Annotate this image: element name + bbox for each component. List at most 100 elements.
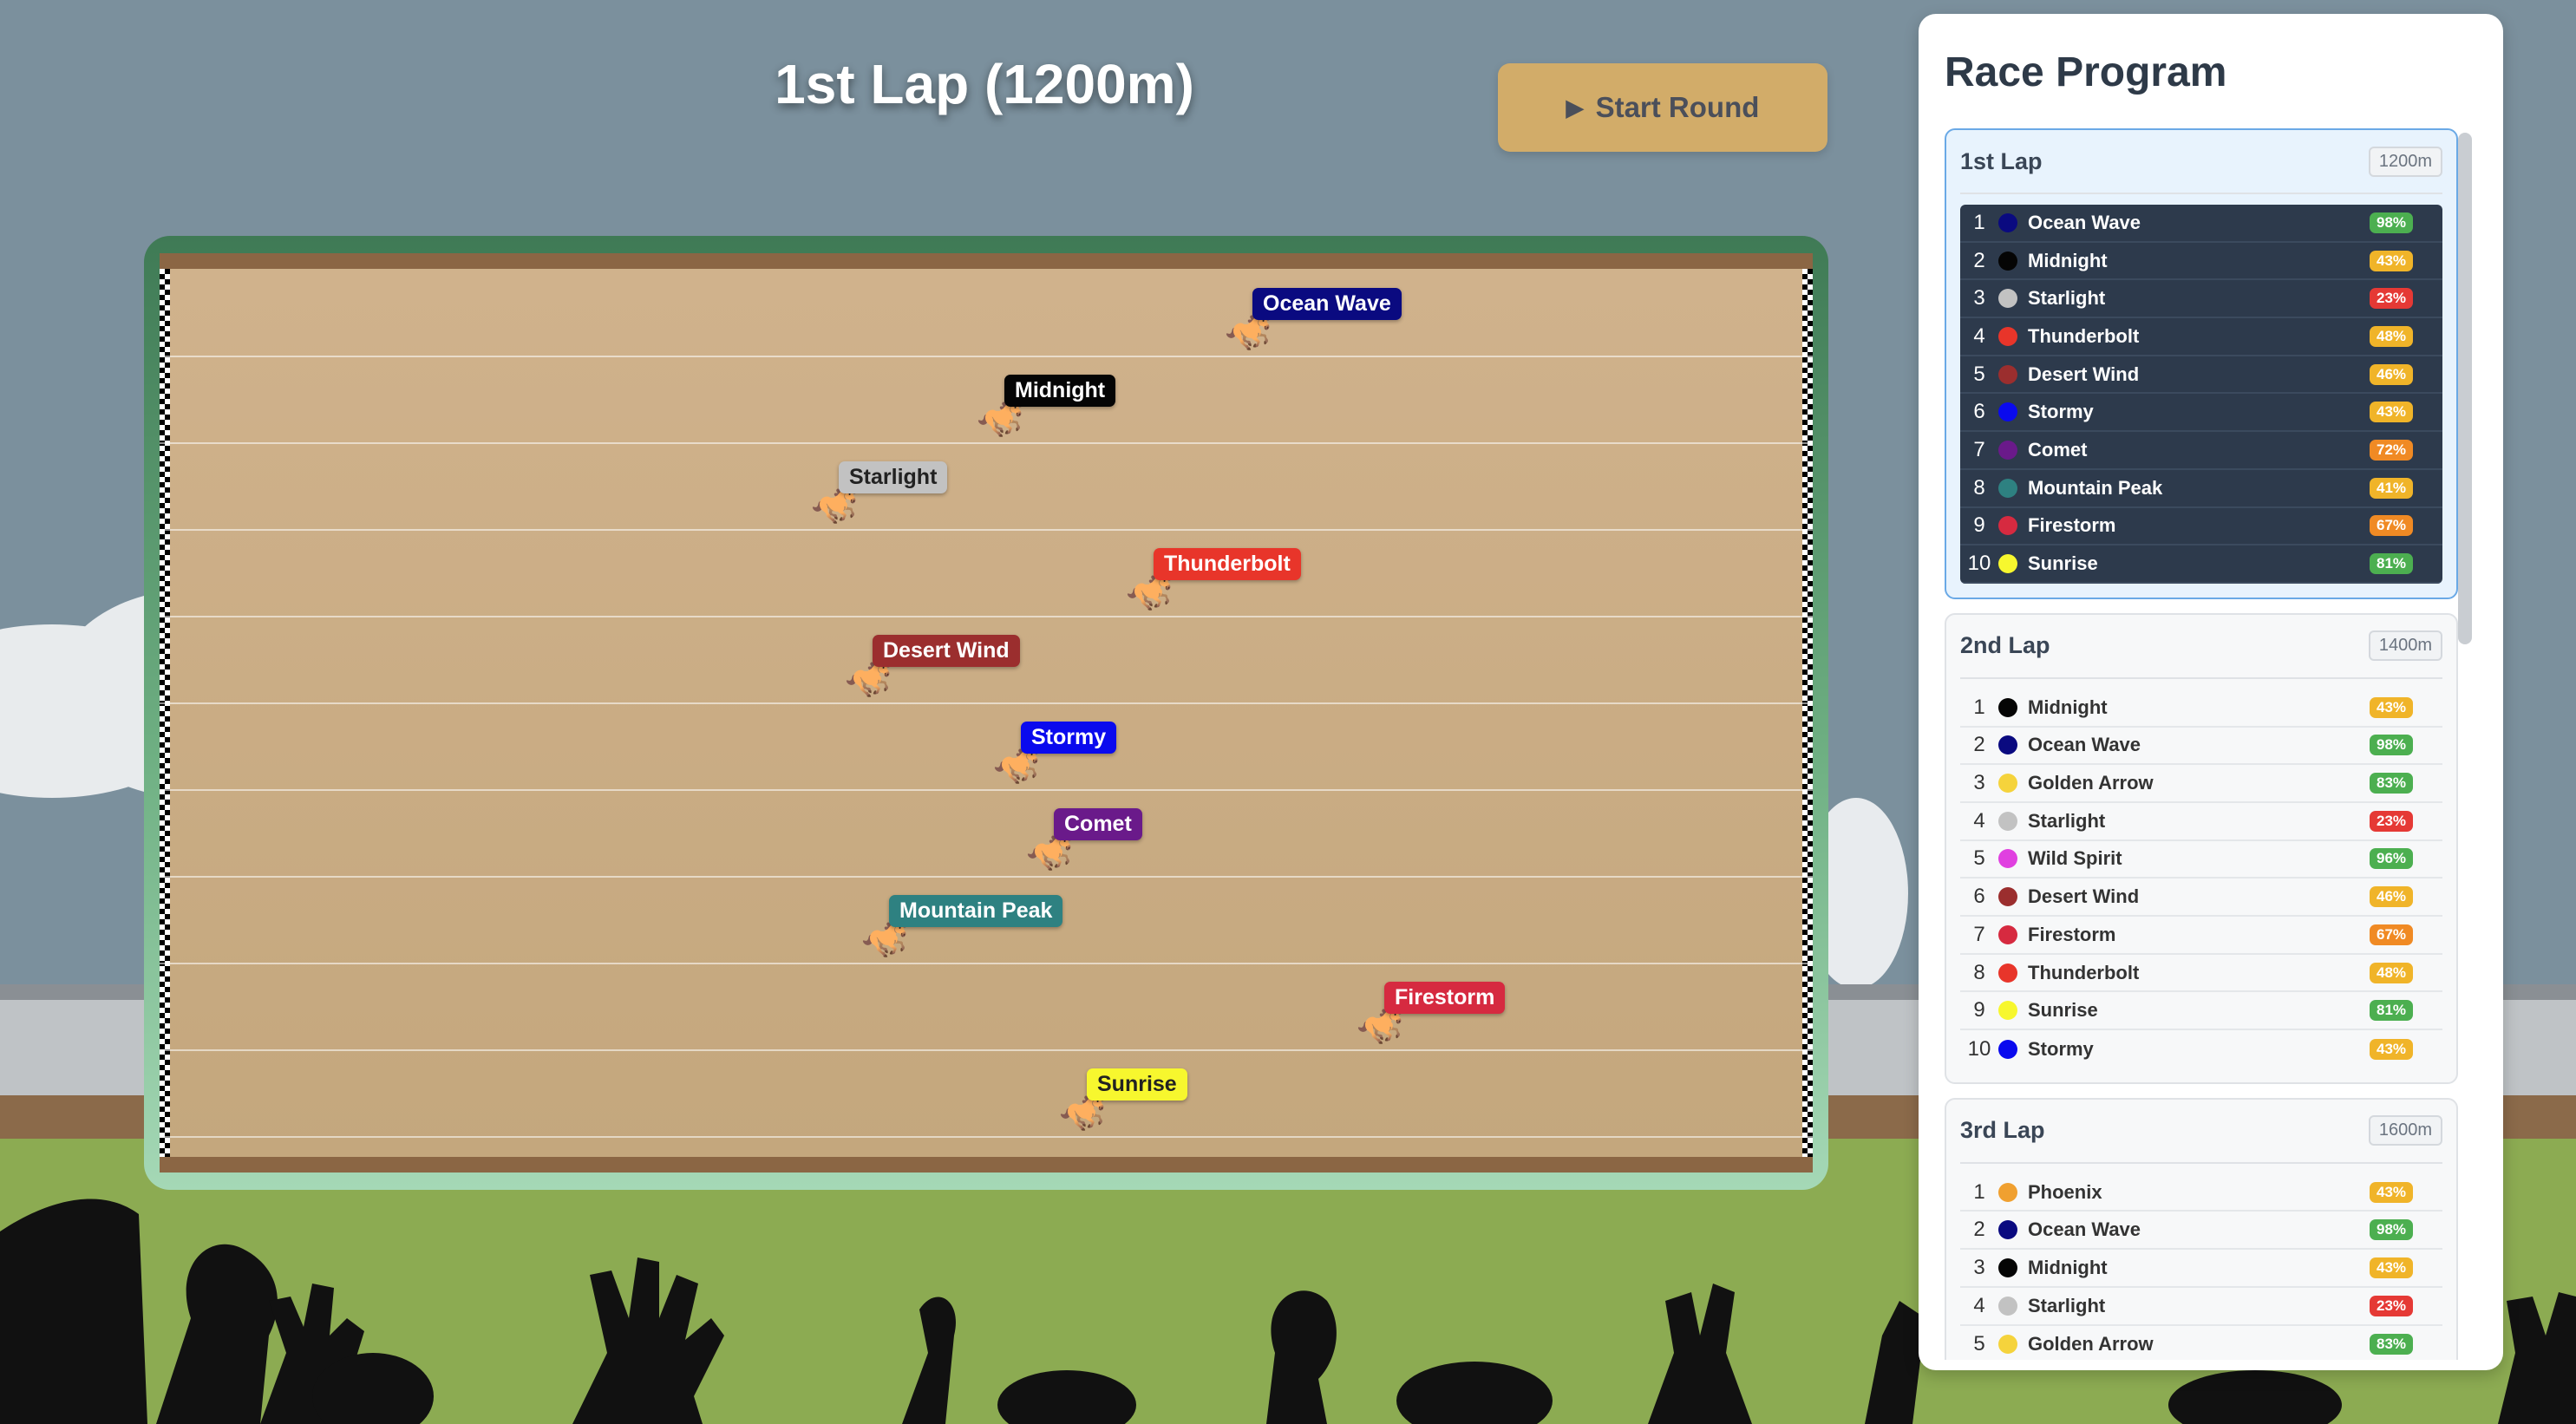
entry-row[interactable]: 9 Sunrise 81% xyxy=(1960,992,2442,1031)
entry-row[interactable]: 6 Stormy 43% xyxy=(1960,394,2442,433)
start-round-label: Start Round xyxy=(1595,91,1760,123)
entry-position: 8 xyxy=(1973,960,1985,984)
entry-position: 3 xyxy=(1973,286,1985,310)
condition-badge: 96% xyxy=(2370,848,2413,870)
entry-row[interactable]: 5 Desert Wind 46% xyxy=(1960,356,2442,395)
entry-horse-name: Starlight xyxy=(2028,287,2106,310)
entry-row[interactable]: 2 Ocean Wave 98% xyxy=(1960,1212,2442,1251)
entry-horse-name: Golden Arrow xyxy=(2028,1333,2154,1355)
entry-horse-name: Ocean Wave xyxy=(2028,1218,2141,1241)
entry-row[interactable]: 10 Sunrise 81% xyxy=(1960,545,2442,584)
entry-horse-name: Midnight xyxy=(2028,249,2108,271)
track-lane xyxy=(160,702,1813,791)
condition-badge: 98% xyxy=(2370,212,2413,233)
lap-card[interactable]: 1st Lap 1200m 1 Ocean Wave 98% 2 Midnight 43% 3 S… xyxy=(1945,128,2458,599)
lap-distance-badge: 1200m xyxy=(2368,146,2442,177)
lap-name: 2nd Lap xyxy=(1960,632,2050,659)
program-title: Race Program xyxy=(1945,49,2227,95)
runner-name-tag: Firestorm xyxy=(1384,982,1506,1014)
horse-color-dot xyxy=(1998,212,2017,232)
program-list[interactable]: 1st Lap 1200m 1 Ocean Wave 98% 2 Midnight 43% 3 S… xyxy=(1945,128,2458,1360)
entry-row[interactable]: 10 Stormy 43% xyxy=(1960,1030,2442,1068)
condition-badge: 98% xyxy=(2370,1219,2413,1241)
entry-row[interactable]: 4 Thunderbolt 48% xyxy=(1960,318,2442,356)
entry-position: 5 xyxy=(1973,846,1985,871)
horse-color-dot xyxy=(1998,402,2017,422)
horse-color-dot xyxy=(1998,1039,2017,1059)
entry-position: 1 xyxy=(1973,210,1985,234)
runner-name-tag: Mountain Peak xyxy=(889,895,1063,927)
horse-color-dot xyxy=(1998,440,2017,460)
entry-row[interactable]: 9 Firestorm 67% xyxy=(1960,508,2442,546)
horse-color-dot xyxy=(1998,516,2017,536)
entry-row[interactable]: 1 Phoenix 43% xyxy=(1960,1174,2442,1212)
horse-color-dot xyxy=(1998,774,2017,794)
entry-horse-name: Desert Wind xyxy=(2028,885,2140,908)
entry-position: 3 xyxy=(1973,1255,1985,1279)
start-round-button[interactable]: ▶ Start Round xyxy=(1498,63,1827,152)
condition-badge: 48% xyxy=(2370,325,2413,347)
horse-color-dot xyxy=(1998,1257,2017,1277)
entry-row[interactable]: 5 Wild Spirit 96% xyxy=(1960,841,2442,879)
program-scrollbar[interactable] xyxy=(2458,133,2472,644)
track-lane xyxy=(160,963,1813,1051)
lap-card-header: 1st Lap 1200m xyxy=(1960,130,2442,194)
entry-position: 7 xyxy=(1973,922,1985,946)
condition-badge: 67% xyxy=(2370,924,2413,945)
horse-color-dot xyxy=(1998,364,2017,384)
entry-row[interactable]: 1 Ocean Wave 98% xyxy=(1960,205,2442,243)
horse-color-dot xyxy=(1998,326,2017,346)
lap-card[interactable]: 3rd Lap 1600m 1 Phoenix 43% 2 Ocean Wave 98% 3 Mi… xyxy=(1945,1097,2458,1360)
entry-horse-name: Thunderbolt xyxy=(2028,324,2140,347)
condition-badge: 41% xyxy=(2370,477,2413,499)
entry-row[interactable]: 7 Comet 72% xyxy=(1960,432,2442,470)
entry-position: 2 xyxy=(1973,248,1985,272)
lap-entry-list: 1 Phoenix 43% 2 Ocean Wave 98% 3 Midnight 43% 4 St… xyxy=(1960,1174,2442,1360)
horse-color-dot xyxy=(1998,1001,2017,1021)
track-lane xyxy=(160,442,1813,531)
entry-horse-name: Comet xyxy=(2028,438,2088,461)
horse-color-dot xyxy=(1998,697,2017,717)
lap-card-header: 3rd Lap 1600m xyxy=(1960,1100,2442,1164)
horse-color-dot xyxy=(1998,1220,2017,1240)
horse-color-dot xyxy=(1998,554,2017,574)
entry-row[interactable]: 4 Starlight 23% xyxy=(1960,1288,2442,1326)
lap-distance-badge: 1600m xyxy=(2368,1115,2442,1146)
entry-row[interactable]: 2 Ocean Wave 98% xyxy=(1960,728,2442,766)
entry-horse-name: Stormy xyxy=(2028,1037,2094,1060)
entry-position: 2 xyxy=(1973,1218,1985,1242)
entry-horse-name: Wild Spirit xyxy=(2028,847,2122,870)
entry-row[interactable]: 6 Desert Wind 46% xyxy=(1960,879,2442,917)
entry-row[interactable]: 4 Starlight 23% xyxy=(1960,803,2442,841)
entry-row[interactable]: 3 Starlight 23% xyxy=(1960,280,2442,319)
lap-card[interactable]: 2nd Lap 1400m 1 Midnight 43% 2 Ocean Wave 98% 3 G… xyxy=(1945,612,2458,1084)
runner-name-tag: Sunrise xyxy=(1087,1068,1187,1101)
entry-position: 7 xyxy=(1973,437,1985,461)
condition-badge: 48% xyxy=(2370,962,2413,983)
entry-position: 6 xyxy=(1973,885,1985,909)
entry-horse-name: Midnight xyxy=(2028,1256,2108,1278)
entry-row[interactable]: 3 Golden Arrow 83% xyxy=(1960,765,2442,803)
entry-row[interactable]: 8 Mountain Peak 41% xyxy=(1960,470,2442,508)
entry-row[interactable]: 5 Golden Arrow 83% xyxy=(1960,1326,2442,1361)
entry-horse-name: Midnight xyxy=(2028,696,2108,718)
entry-horse-name: Sunrise xyxy=(2028,552,2098,575)
entry-position: 8 xyxy=(1973,475,1985,500)
play-icon: ▶ xyxy=(1566,94,1584,121)
horse-color-dot xyxy=(1998,735,2017,755)
lap-entry-list: 1 Midnight 43% 2 Ocean Wave 98% 3 Golden Arrow 8… xyxy=(1960,689,2442,1068)
entry-row[interactable]: 8 Thunderbolt 48% xyxy=(1960,955,2442,993)
race-track-frame: 🐎 Ocean Wave 🐎 Midnight 🐎 Starlight 🐎 Thunderbo… xyxy=(144,236,1828,1190)
horse-color-dot xyxy=(1998,887,2017,907)
runner-name-tag: Starlight xyxy=(839,461,948,493)
condition-badge: 72% xyxy=(2370,439,2413,461)
entry-row[interactable]: 3 Midnight 43% xyxy=(1960,1250,2442,1288)
condition-badge: 46% xyxy=(2370,886,2413,908)
entry-row[interactable]: 2 Midnight 43% xyxy=(1960,243,2442,281)
track-lane xyxy=(160,269,1813,357)
race-program-panel: Race Program 1st Lap 1200m 1 Ocean Wave 98% 2… xyxy=(1919,14,2503,1370)
entry-row[interactable]: 1 Midnight 43% xyxy=(1960,689,2442,728)
entry-position: 10 xyxy=(1967,552,1991,576)
entry-row[interactable]: 7 Firestorm 67% xyxy=(1960,917,2442,955)
track-lane xyxy=(160,1049,1813,1138)
